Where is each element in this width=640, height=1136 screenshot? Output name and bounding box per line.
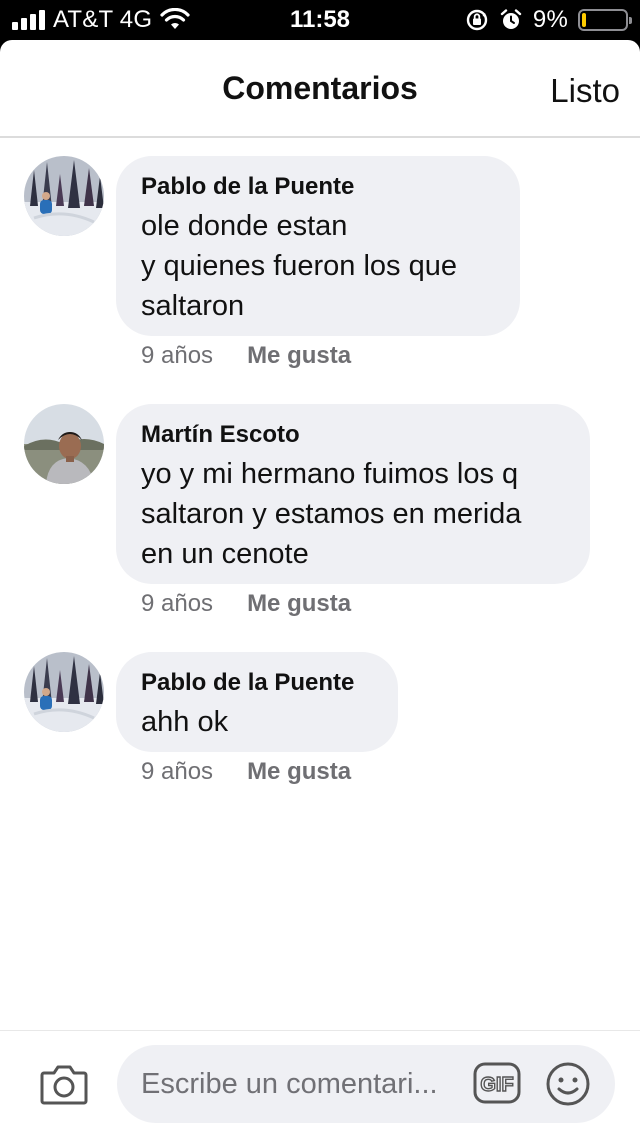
- status-right: 9%: [465, 6, 632, 34]
- comment-author[interactable]: Pablo de la Puente: [141, 668, 373, 698]
- comment-meta: 9 años Me gusta: [141, 758, 351, 786]
- comment-text: yo y mi hermano fuimos los q saltaron y …: [141, 454, 565, 574]
- comment-text: ole donde estan y quienes fueron los que…: [141, 206, 495, 326]
- comments-sheet: Comentarios Listo Pablo de la Puente ole…: [0, 40, 640, 1136]
- comment-line: saltaron y estamos en merida: [141, 498, 522, 530]
- battery-icon: [578, 9, 632, 31]
- comment-line: ahh ok: [141, 706, 229, 738]
- page-title: Comentarios: [222, 70, 418, 106]
- camera-icon[interactable]: [40, 1063, 88, 1105]
- like-button[interactable]: Me gusta: [247, 758, 351, 786]
- like-button[interactable]: Me gusta: [247, 590, 351, 618]
- comment-time: 9 años: [141, 590, 214, 617]
- comment-author[interactable]: Martín Escoto: [141, 420, 565, 450]
- comment-meta: 9 años Me gusta: [141, 590, 351, 618]
- comment-line: y quienes fueron los que: [141, 250, 457, 282]
- gif-label: GIF: [480, 1074, 513, 1096]
- smile-icon[interactable]: [545, 1061, 591, 1107]
- avatar[interactable]: [24, 652, 104, 732]
- status-bar: AT&T 4G 11:58 9%: [0, 0, 640, 40]
- comment-line: en un cenote: [141, 538, 309, 570]
- comment-bubble[interactable]: Martín Escoto yo y mi hermano fuimos los…: [116, 404, 590, 584]
- gif-icon[interactable]: GIF: [473, 1062, 521, 1104]
- comment-bubble[interactable]: Pablo de la Puente ole donde estan y qui…: [116, 156, 520, 336]
- comment-composer: GIF: [0, 1030, 640, 1136]
- comment-bubble[interactable]: Pablo de la Puente ahh ok: [116, 652, 398, 752]
- alarm-icon: [500, 9, 522, 29]
- comment-line: saltaron: [141, 290, 245, 322]
- comment-meta: 9 años Me gusta: [141, 342, 351, 370]
- battery-fill: [582, 13, 586, 27]
- header: Comentarios Listo: [0, 40, 640, 138]
- comment-line: yo y mi hermano fuimos los q: [141, 458, 519, 490]
- avatar[interactable]: [24, 156, 104, 236]
- avatar[interactable]: [24, 404, 104, 484]
- comment-text: ahh ok: [141, 702, 373, 742]
- comment-time: 9 años: [141, 342, 214, 369]
- comment-input[interactable]: [141, 1045, 471, 1123]
- like-button[interactable]: Me gusta: [247, 342, 351, 370]
- done-button[interactable]: Listo: [550, 72, 620, 110]
- battery-percent: 9%: [532, 6, 568, 33]
- comment-author[interactable]: Pablo de la Puente: [141, 172, 495, 202]
- comment-time: 9 años: [141, 758, 214, 785]
- comment-input-wrap: GIF: [117, 1045, 615, 1123]
- comment-line: ole donde estan: [141, 210, 348, 242]
- orientation-lock-icon: [466, 9, 488, 31]
